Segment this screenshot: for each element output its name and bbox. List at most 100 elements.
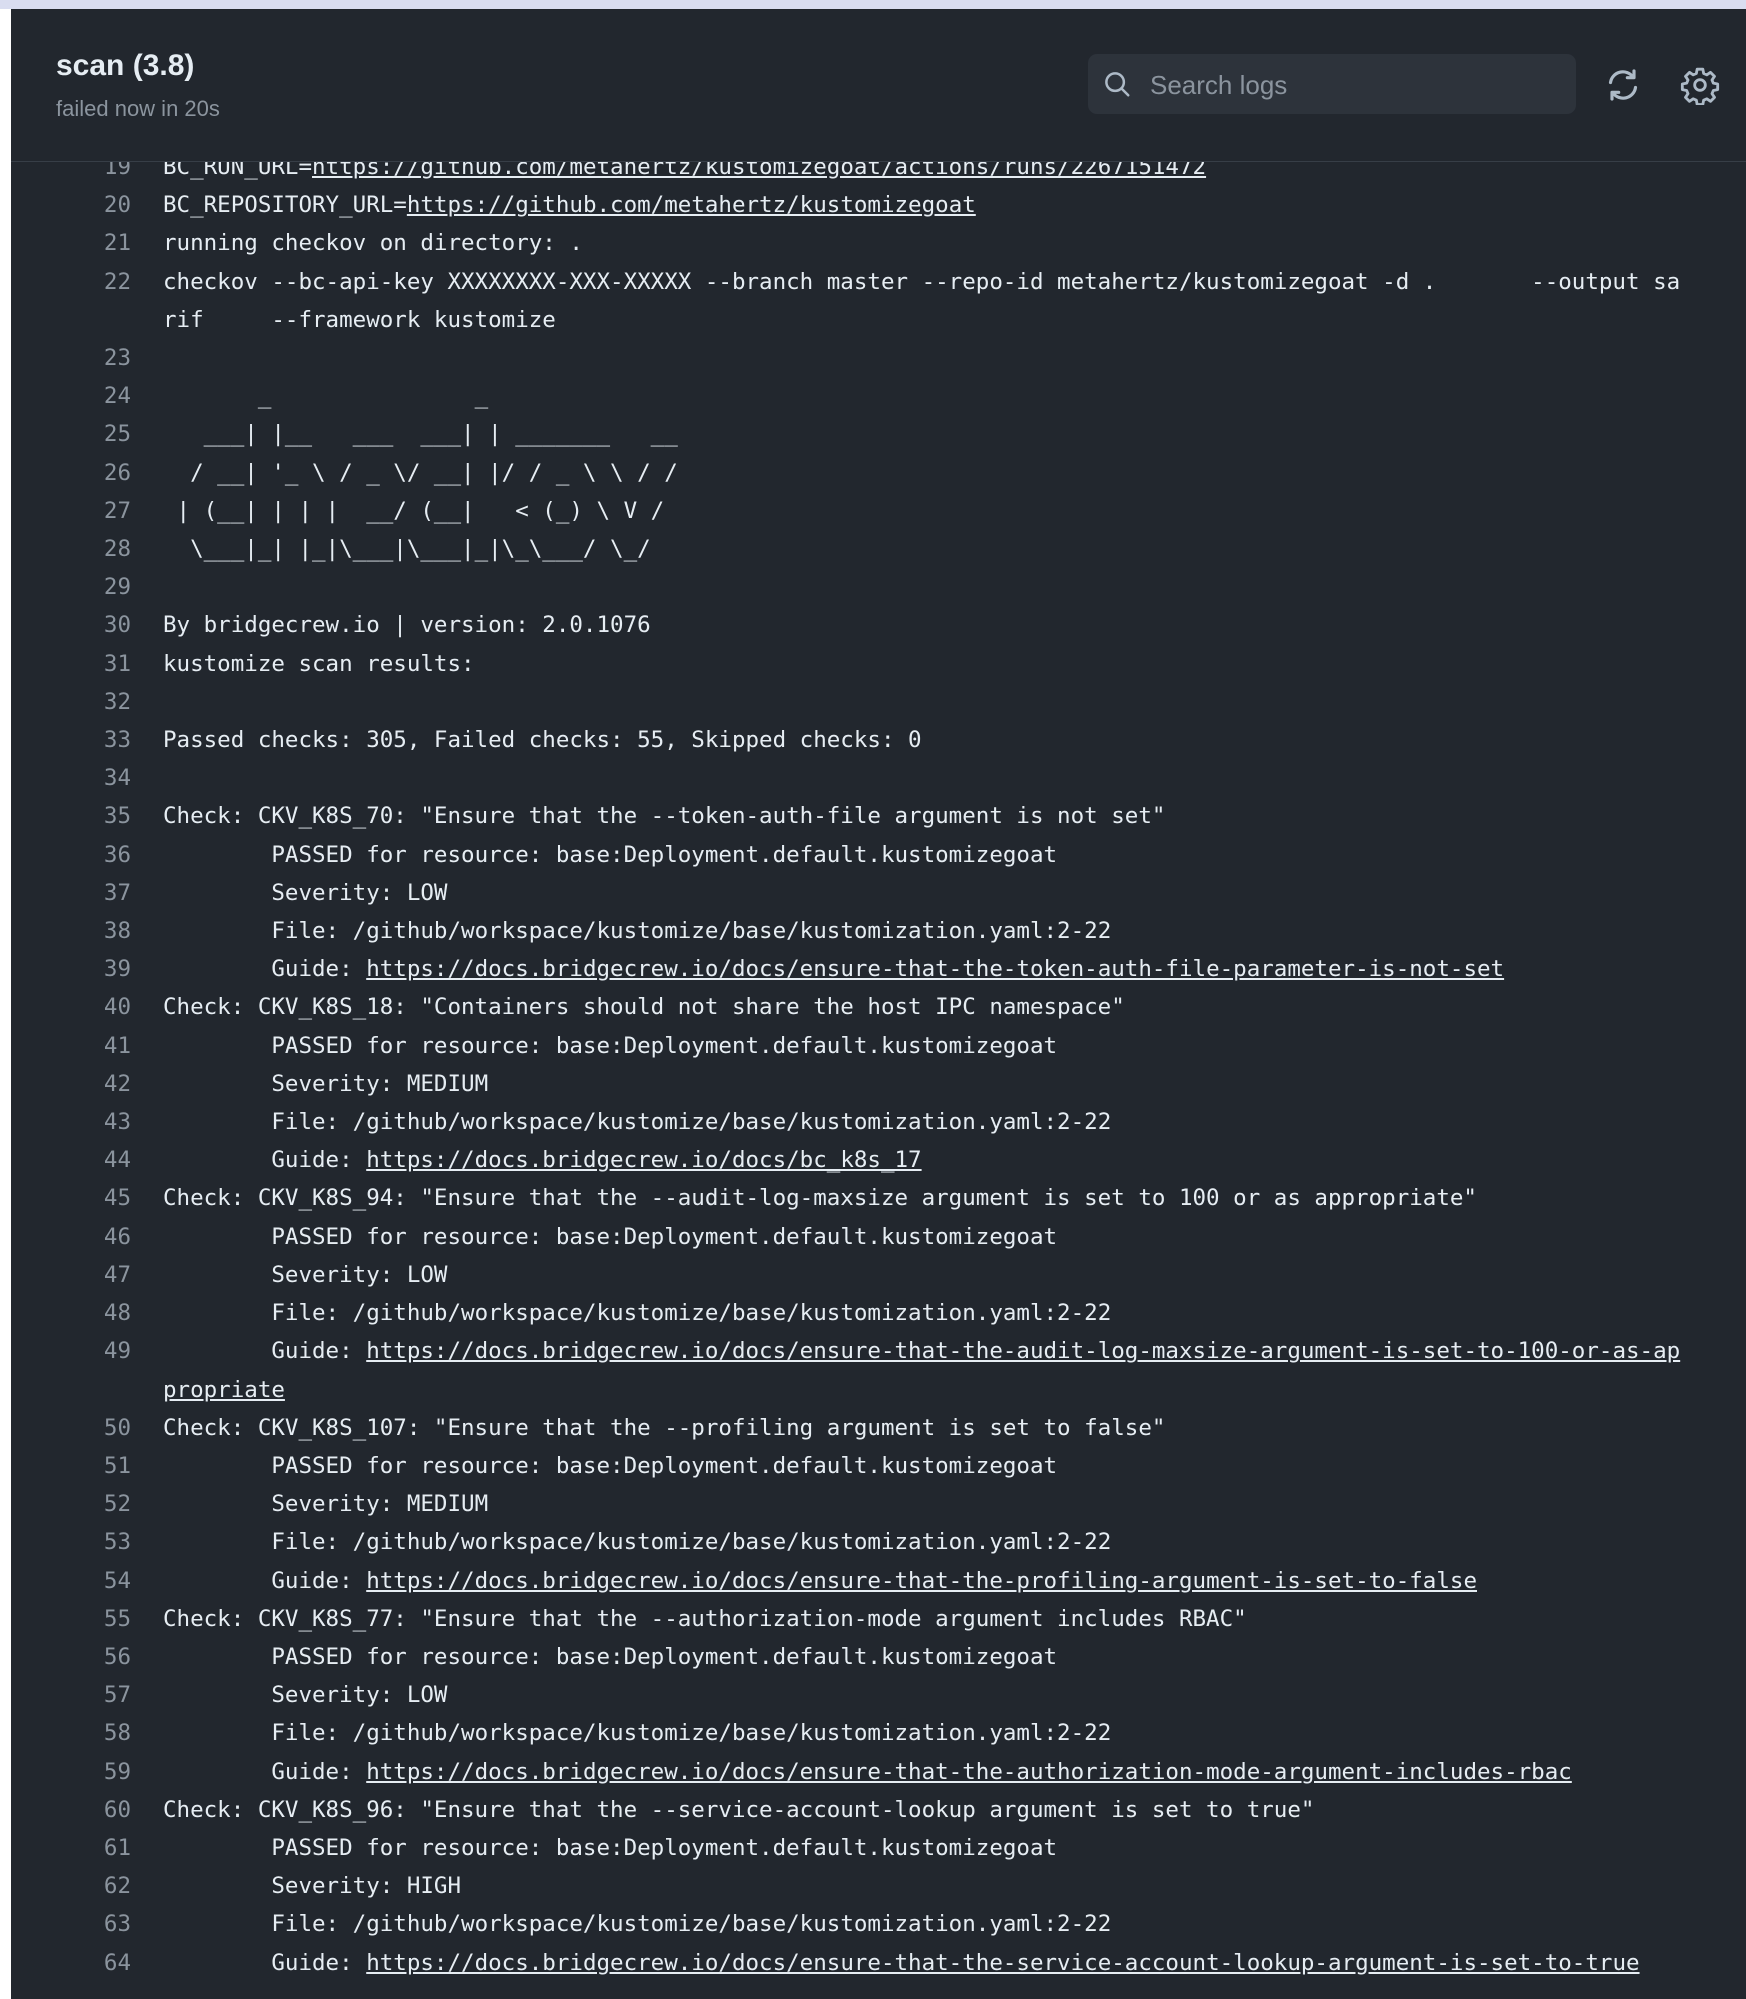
search-logs-input[interactable]: [1148, 54, 1562, 116]
line-number[interactable]: 51: [11, 1447, 131, 1485]
log-link[interactable]: https://docs.bridgecrew.io/docs/ensure-t…: [366, 1568, 1477, 1594]
log-line: 21 running checkov on directory: .: [11, 224, 1746, 262]
line-number[interactable]: 48: [11, 1294, 131, 1332]
line-number[interactable]: 43: [11, 1103, 131, 1141]
line-number[interactable]: 28: [11, 530, 131, 568]
log-line: 41 PASSED for resource: base:Deployment.…: [11, 1027, 1746, 1065]
line-number[interactable]: 33: [11, 721, 131, 759]
log-text-content: PASSED for resource: base:Deployment.def…: [163, 1643, 1058, 1670]
line-number[interactable]: 63: [11, 1905, 131, 1943]
line-number[interactable]: 36: [11, 836, 131, 874]
line-number[interactable]: 44: [11, 1141, 131, 1179]
line-number[interactable]: 41: [11, 1027, 131, 1065]
log-output: 19 BC_RUN_URL=https://github.com/metahert…: [11, 154, 1746, 1982]
log-text-content: Check: CKV_K8S_77: "Ensure that the --au…: [163, 1605, 1247, 1632]
line-number[interactable]: 20: [11, 186, 131, 224]
line-number[interactable]: 62: [11, 1867, 131, 1905]
log-text-content: PASSED for resource: base:Deployment.def…: [163, 1452, 1058, 1479]
line-number[interactable]: 29: [11, 568, 131, 606]
line-number[interactable]: 25: [11, 415, 131, 453]
settings-button[interactable]: [1680, 65, 1720, 106]
log-line: 26 / __| '_ \ / _ \/ __| |/ / _ \ \ / /: [11, 454, 1746, 492]
line-number[interactable]: 38: [11, 912, 131, 950]
log-link[interactable]: https://docs.bridgecrew.io/docs/ensure-t…: [163, 1338, 1680, 1402]
search-icon: [1105, 72, 1130, 97]
log-link[interactable]: https://github.com/metahertz/kustomizego…: [407, 192, 976, 218]
log-line: 61 PASSED for resource: base:Deployment.…: [11, 1829, 1746, 1867]
line-number[interactable]: 30: [11, 606, 131, 644]
line-number[interactable]: 61: [11, 1829, 131, 1867]
log-text-content: \___|_| |_|\___|\___|_|\_\___/ \_/: [163, 536, 651, 563]
line-number[interactable]: 26: [11, 454, 131, 492]
log-line: 60 Check: CKV_K8S_96: "Ensure that the --…: [11, 1791, 1746, 1829]
line-number[interactable]: 52: [11, 1485, 131, 1523]
line-number[interactable]: 53: [11, 1523, 131, 1561]
log-text-content: Check: CKV_K8S_94: "Ensure that the --au…: [163, 1185, 1477, 1212]
log-text: kustomize scan results:: [163, 645, 1693, 683]
log-line: 35 Check: CKV_K8S_70: "Ensure that the --…: [11, 797, 1746, 835]
line-number[interactable]: 23: [11, 339, 131, 377]
window-top-strip: [0, 0, 1746, 9]
log-text: Guide: https://docs.bridgecrew.io/docs/e…: [163, 1753, 1693, 1791]
line-number[interactable]: 57: [11, 1676, 131, 1714]
line-number[interactable]: 32: [11, 683, 131, 721]
line-number[interactable]: 31: [11, 645, 131, 683]
log-link[interactable]: https://docs.bridgecrew.io/docs/bc_k8s_1…: [366, 1147, 921, 1173]
job-title: scan (3.8): [56, 49, 195, 82]
line-number[interactable]: 37: [11, 874, 131, 912]
log-line: 48 File: /github/workspace/kustomize/bas…: [11, 1294, 1746, 1332]
log-text: Check: CKV_K8S_94: "Ensure that the --au…: [163, 1179, 1693, 1217]
line-number[interactable]: 21: [11, 224, 131, 262]
log-text-content: File: /github/workspace/kustomize/base/k…: [163, 1720, 1112, 1747]
log-text: PASSED for resource: base:Deployment.def…: [163, 1447, 1693, 1485]
line-number[interactable]: 40: [11, 988, 131, 1026]
log-text-content: Severity: LOW: [163, 879, 448, 906]
line-number[interactable]: 59: [11, 1753, 131, 1791]
log-text: | (__| | | | __/ (__| < (_) \ V /: [163, 492, 1693, 530]
line-number[interactable]: 64: [11, 1944, 131, 1982]
line-number[interactable]: 22: [11, 263, 131, 339]
log-text: Check: CKV_K8S_107: "Ensure that the --p…: [163, 1409, 1693, 1447]
log-text: Check: CKV_K8S_18: "Containers should no…: [163, 988, 1693, 1026]
refresh-button[interactable]: [1603, 65, 1643, 105]
log-line: 24 _ _: [11, 377, 1746, 415]
log-line: 64 Guide: https://docs.bridgecrew.io/doc…: [11, 1944, 1746, 1982]
line-number[interactable]: 58: [11, 1714, 131, 1752]
log-text-content: File: /github/workspace/kustomize/base/k…: [163, 1529, 1112, 1556]
line-number[interactable]: 56: [11, 1638, 131, 1676]
log-line: 44 Guide: https://docs.bridgecrew.io/doc…: [11, 1141, 1746, 1179]
line-number[interactable]: 27: [11, 492, 131, 530]
refresh-icon: [1608, 69, 1638, 101]
log-text: Guide: https://docs.bridgecrew.io/docs/e…: [163, 1332, 1693, 1408]
line-number[interactable]: 46: [11, 1218, 131, 1256]
log-line: 33 Passed checks: 305, Failed checks: 55,…: [11, 721, 1746, 759]
line-number[interactable]: 42: [11, 1065, 131, 1103]
log-line: 28 \___|_| |_|\___|\___|_|\_\___/ \_/: [11, 530, 1746, 568]
line-number[interactable]: 49: [11, 1332, 131, 1408]
log-link[interactable]: https://docs.bridgecrew.io/docs/ensure-t…: [366, 1759, 1572, 1785]
log-text: Check: CKV_K8S_70: "Ensure that the --to…: [163, 797, 1693, 835]
line-number[interactable]: 34: [11, 759, 131, 797]
log-line: 47 Severity: LOW: [11, 1256, 1746, 1294]
log-text: Guide: https://docs.bridgecrew.io/docs/b…: [163, 1141, 1693, 1179]
log-text: File: /github/workspace/kustomize/base/k…: [163, 1714, 1693, 1752]
log-text: File: /github/workspace/kustomize/base/k…: [163, 912, 1693, 950]
log-line: 45 Check: CKV_K8S_94: "Ensure that the --…: [11, 1179, 1746, 1217]
line-number[interactable]: 54: [11, 1562, 131, 1600]
log-link[interactable]: https://docs.bridgecrew.io/docs/ensure-t…: [366, 956, 1504, 982]
line-number[interactable]: 35: [11, 797, 131, 835]
search-logs-box[interactable]: [1088, 54, 1576, 116]
line-number[interactable]: 60: [11, 1791, 131, 1829]
log-line: 34: [11, 759, 1746, 797]
line-number[interactable]: 45: [11, 1179, 131, 1217]
line-number[interactable]: 47: [11, 1256, 131, 1294]
log-link[interactable]: https://docs.bridgecrew.io/docs/ensure-t…: [366, 1950, 1639, 1976]
line-number[interactable]: 55: [11, 1600, 131, 1638]
line-number[interactable]: 24: [11, 377, 131, 415]
line-number[interactable]: 39: [11, 950, 131, 988]
line-number[interactable]: 50: [11, 1409, 131, 1447]
gear-icon: [1680, 67, 1720, 106]
